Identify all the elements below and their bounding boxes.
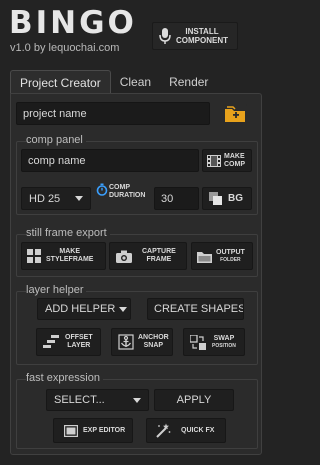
install-component-label: INSTALL COMPONENT	[176, 27, 228, 45]
expression-select-dropdown[interactable]: SELECT...	[46, 389, 149, 411]
grid-icon	[27, 249, 41, 263]
folder-icon	[197, 250, 212, 263]
comp-panel-label: comp panel	[26, 134, 86, 146]
still-frame-export-label: still frame export	[26, 227, 110, 239]
offset-layer-button[interactable]: OFFSET LAYER	[36, 328, 101, 356]
output-label: OUTPUT	[216, 248, 245, 256]
install-component-button[interactable]: INSTALL COMPONENT	[152, 22, 238, 50]
swap-icon	[190, 334, 206, 350]
chevron-down-icon	[119, 306, 128, 312]
tab-bar: Project Creator Clean Render	[10, 70, 217, 94]
add-helper-value: ADD HELPER	[45, 303, 116, 315]
exp-editor-label: EXP EDITOR	[83, 427, 126, 434]
new-project-folder-button[interactable]	[223, 104, 247, 124]
make-styleframe-label: MAKE STYLEFRAME	[46, 248, 94, 263]
folder-label: FOLDER	[220, 256, 241, 263]
swap-label: SWAP	[213, 334, 235, 342]
fast-expression-label: fast expression	[26, 372, 103, 384]
make-styleframe-button[interactable]: MAKE STYLEFRAME	[21, 242, 106, 270]
bg-label: BG	[228, 193, 243, 204]
offset-layer-label: OFFSET LAYER	[65, 334, 93, 349]
comp-name-input[interactable]	[21, 149, 199, 172]
make-comp-button[interactable]: MAKE COMP	[202, 149, 252, 172]
comp-duration-input[interactable]	[154, 187, 199, 210]
app-logo: BINGO	[9, 5, 137, 41]
tab-render[interactable]: Render	[160, 70, 217, 94]
position-label: POSITION	[212, 342, 236, 349]
capture-frame-label: CAPTURE FRAME	[142, 248, 176, 263]
quick-fx-label: QUICK FX	[181, 427, 215, 434]
exp-editor-button[interactable]: EXP EDITOR	[53, 418, 133, 443]
project-creator-panel: comp panel MAKE COMP HD 25 COMP DU	[10, 93, 262, 455]
anchor-snap-label: ANCHOR SNAP	[138, 334, 169, 349]
swap-position-text: SWAP POSITION	[212, 335, 236, 350]
layer-helper-label: layer helper	[26, 284, 87, 296]
stopwatch-icon	[96, 183, 108, 196]
swap-position-button[interactable]: SWAP POSITION	[183, 328, 245, 356]
apply-button[interactable]: APPLY	[154, 389, 234, 411]
folder-plus-icon	[224, 105, 246, 123]
film-icon	[207, 154, 221, 167]
resolution-value: HD 25	[29, 192, 61, 205]
stack-icon	[43, 335, 59, 349]
create-shapes-dropdown[interactable]: CREATE SHAPES	[147, 298, 244, 320]
capture-frame-button[interactable]: CAPTURE FRAME	[109, 242, 187, 270]
expression-select-value: SELECT...	[54, 394, 105, 406]
anchor-snap-button[interactable]: ANCHOR SNAP	[111, 328, 173, 356]
bg-button[interactable]: BG	[202, 187, 252, 210]
make-comp-label: MAKE COMP	[224, 152, 245, 168]
create-shapes-value: CREATE SHAPES	[154, 303, 244, 315]
project-name-input[interactable]	[16, 102, 210, 125]
output-folder-text: OUTPUT FOLDER	[216, 249, 245, 264]
anchor-icon	[118, 334, 134, 350]
camera-icon	[116, 250, 132, 263]
quick-fx-button[interactable]: QUICK FX	[146, 418, 226, 443]
tab-clean[interactable]: Clean	[111, 70, 160, 94]
resolution-dropdown[interactable]: HD 25	[21, 187, 91, 210]
chevron-down-icon	[133, 397, 141, 403]
add-helper-dropdown[interactable]: ADD HELPER	[37, 298, 131, 320]
comp-duration-label: COMP DURATION	[109, 184, 146, 199]
tab-project-creator[interactable]: Project Creator	[10, 70, 111, 94]
version-text: v1.0 by lequochai.com	[10, 42, 120, 54]
magic-wand-icon	[155, 423, 171, 438]
editor-icon	[64, 424, 78, 437]
chevron-down-icon	[75, 196, 83, 201]
microphone-icon	[158, 27, 172, 45]
output-folder-button[interactable]: OUTPUT FOLDER	[191, 242, 253, 270]
layers-icon	[209, 192, 223, 205]
